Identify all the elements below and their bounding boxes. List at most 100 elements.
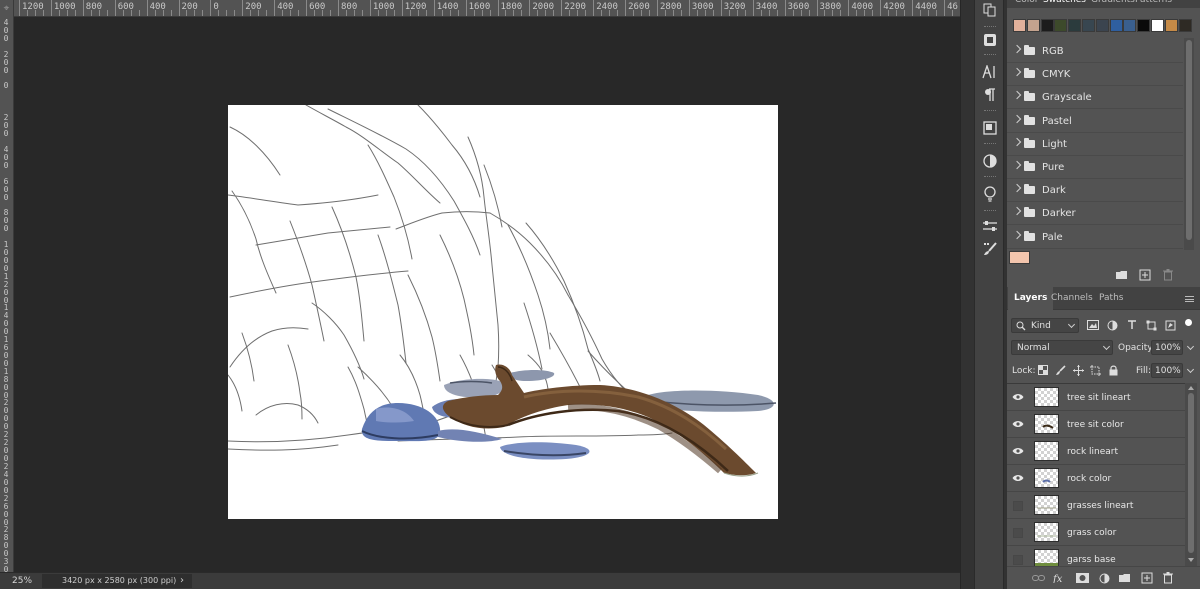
layer-row[interactable]: grass color xyxy=(1007,519,1185,546)
new-swatch-icon[interactable] xyxy=(1138,269,1152,281)
layer-name[interactable]: tree sit lineart xyxy=(1067,393,1131,403)
layer-name[interactable]: grasses lineart xyxy=(1067,501,1133,511)
properties-icon[interactable] xyxy=(979,118,1001,138)
tab-gradients[interactable]: Gradients xyxy=(1091,0,1135,5)
visibility-toggle-off[interactable] xyxy=(1013,501,1023,511)
lock-all-padlock-icon[interactable] xyxy=(1107,364,1119,376)
chevron-right-icon[interactable] xyxy=(1012,91,1022,100)
layer-style-fx-icon[interactable]: fx xyxy=(1053,572,1067,584)
lock-image-pixels-brush-icon[interactable] xyxy=(1055,364,1067,376)
vertical-ruler[interactable]: 4002000200400600800100012001400160018002… xyxy=(0,17,14,572)
fill-input[interactable]: 100% xyxy=(1151,363,1183,378)
document-canvas[interactable] xyxy=(228,105,778,519)
swatch-group-darker[interactable]: Darker xyxy=(1007,202,1183,226)
swatch-group-grayscale[interactable]: Grayscale xyxy=(1007,86,1183,110)
document-info[interactable]: 3420 px x 2580 px (300 ppi) › xyxy=(42,574,192,588)
recent-color-swatch[interactable] xyxy=(1137,19,1151,32)
filter-kind-dropdown[interactable]: Kind xyxy=(1011,318,1079,333)
layer-row[interactable]: garss base xyxy=(1007,546,1185,566)
current-color-swatch[interactable] xyxy=(1009,251,1030,264)
canvas-workspace[interactable] xyxy=(15,18,960,572)
swatch-group-pure[interactable]: Pure xyxy=(1007,156,1183,179)
swatches-scrollbar[interactable] xyxy=(1184,38,1194,250)
lock-position-move-icon[interactable] xyxy=(1072,364,1084,376)
swatch-group-light[interactable]: Light xyxy=(1007,133,1183,156)
chevron-down-icon[interactable] xyxy=(1186,342,1195,351)
recent-color-swatch[interactable] xyxy=(1164,19,1178,32)
type-layer-filter-icon[interactable] xyxy=(1126,319,1138,331)
recent-color-swatch[interactable] xyxy=(1109,19,1123,32)
layer-row[interactable]: rock lineart xyxy=(1007,438,1185,465)
eye-visibility-icon[interactable] xyxy=(1012,473,1024,483)
layer-name[interactable]: rock lineart xyxy=(1067,447,1118,457)
smart-object-filter-icon[interactable] xyxy=(1164,319,1176,331)
opacity-input[interactable]: 100% xyxy=(1151,340,1183,355)
adjustment-layer-filter-icon[interactable] xyxy=(1106,319,1118,331)
visibility-toggle-off[interactable] xyxy=(1013,528,1023,538)
chevron-down-icon[interactable] xyxy=(1186,365,1195,374)
new-layer-icon[interactable] xyxy=(1140,572,1154,584)
horizontal-ruler[interactable]: 1200 1000 800 600 400 200 0 200 400 600 800 1000 120… xyxy=(0,0,960,17)
trash-icon[interactable] xyxy=(1161,269,1175,281)
recent-color-swatch[interactable] xyxy=(1013,19,1026,32)
swatch-group-dark[interactable]: Dark xyxy=(1007,179,1183,203)
filter-toggle-switch[interactable] xyxy=(1185,319,1192,326)
layer-row[interactable]: tree sit lineart xyxy=(1007,384,1185,411)
recent-color-swatch[interactable] xyxy=(1123,19,1137,32)
swatch-group-cmyk[interactable]: CMYK xyxy=(1007,63,1183,87)
new-group-folder-icon[interactable] xyxy=(1115,269,1129,281)
chevron-right-icon[interactable] xyxy=(1012,183,1022,193)
swatch-group-rgb[interactable]: RGB xyxy=(1007,40,1183,63)
pixel-layer-filter-icon[interactable] xyxy=(1087,319,1099,331)
chevron-right-icon[interactable] xyxy=(1012,114,1022,123)
layer-name[interactable]: grass color xyxy=(1067,528,1116,538)
new-group-folder-icon[interactable] xyxy=(1118,572,1132,584)
layer-name[interactable]: garss base xyxy=(1067,555,1116,565)
tab-color[interactable]: Color xyxy=(1015,0,1039,5)
layer-name[interactable]: rock color xyxy=(1067,474,1111,484)
recent-color-swatch[interactable] xyxy=(1026,19,1040,32)
tab-swatches[interactable]: Swatches xyxy=(1043,0,1086,5)
trash-icon[interactable] xyxy=(1161,572,1175,584)
chevron-right-icon[interactable] xyxy=(1012,137,1022,147)
brushes-icon[interactable] xyxy=(979,239,1001,259)
recent-color-swatch[interactable] xyxy=(1095,19,1109,32)
scroll-thumb[interactable] xyxy=(1186,40,1192,240)
recent-color-swatch[interactable] xyxy=(1040,19,1054,32)
adjustments-icon[interactable] xyxy=(979,151,1001,171)
lock-transparent-pixels-icon[interactable] xyxy=(1037,364,1049,376)
visibility-toggle-off[interactable] xyxy=(1013,555,1023,565)
zoom-level[interactable]: 25% xyxy=(12,576,32,586)
scroll-down-arrow-icon[interactable] xyxy=(1188,558,1194,562)
paragraph-icon[interactable] xyxy=(979,85,1001,105)
recent-color-swatch[interactable] xyxy=(1082,19,1095,32)
tab-channels[interactable]: Channels xyxy=(1045,287,1099,310)
character-icon[interactable] xyxy=(979,62,1001,82)
layer-row[interactable]: grasses lineart xyxy=(1007,492,1185,519)
link-layers-icon[interactable] xyxy=(1031,572,1045,584)
libraries-icon[interactable] xyxy=(979,30,1001,50)
recent-color-swatch[interactable] xyxy=(1178,19,1192,32)
layer-name[interactable]: tree sit color xyxy=(1067,420,1124,430)
add-mask-icon[interactable] xyxy=(1075,572,1089,584)
chevron-right-icon[interactable] xyxy=(1012,44,1022,54)
chevron-right-icon[interactable] xyxy=(1012,67,1022,77)
chevron-right-icon[interactable]: › xyxy=(180,575,184,586)
layer-row[interactable]: rock color xyxy=(1007,465,1185,492)
recent-color-swatch[interactable] xyxy=(1054,19,1068,32)
shape-layer-filter-icon[interactable] xyxy=(1145,319,1157,331)
tab-patterns[interactable]: Patterns xyxy=(1135,0,1172,5)
chevron-right-icon[interactable] xyxy=(1012,160,1022,170)
ruler-origin-corner[interactable]: ⌖ xyxy=(0,0,14,17)
learn-lightbulb-icon[interactable] xyxy=(979,184,1001,204)
scroll-thumb[interactable] xyxy=(1188,393,1194,553)
recent-color-swatch[interactable] xyxy=(1068,19,1082,32)
eye-visibility-icon[interactable] xyxy=(1012,446,1024,456)
history-icon[interactable] xyxy=(979,0,1001,20)
lock-artboard-icon[interactable] xyxy=(1089,364,1101,376)
layers-scrollbar[interactable] xyxy=(1185,383,1197,566)
chevron-right-icon[interactable] xyxy=(1012,230,1022,239)
tab-paths[interactable]: Paths xyxy=(1093,287,1129,310)
recent-color-swatch[interactable] xyxy=(1151,19,1164,32)
blend-mode-dropdown[interactable]: Normal xyxy=(1011,340,1113,355)
